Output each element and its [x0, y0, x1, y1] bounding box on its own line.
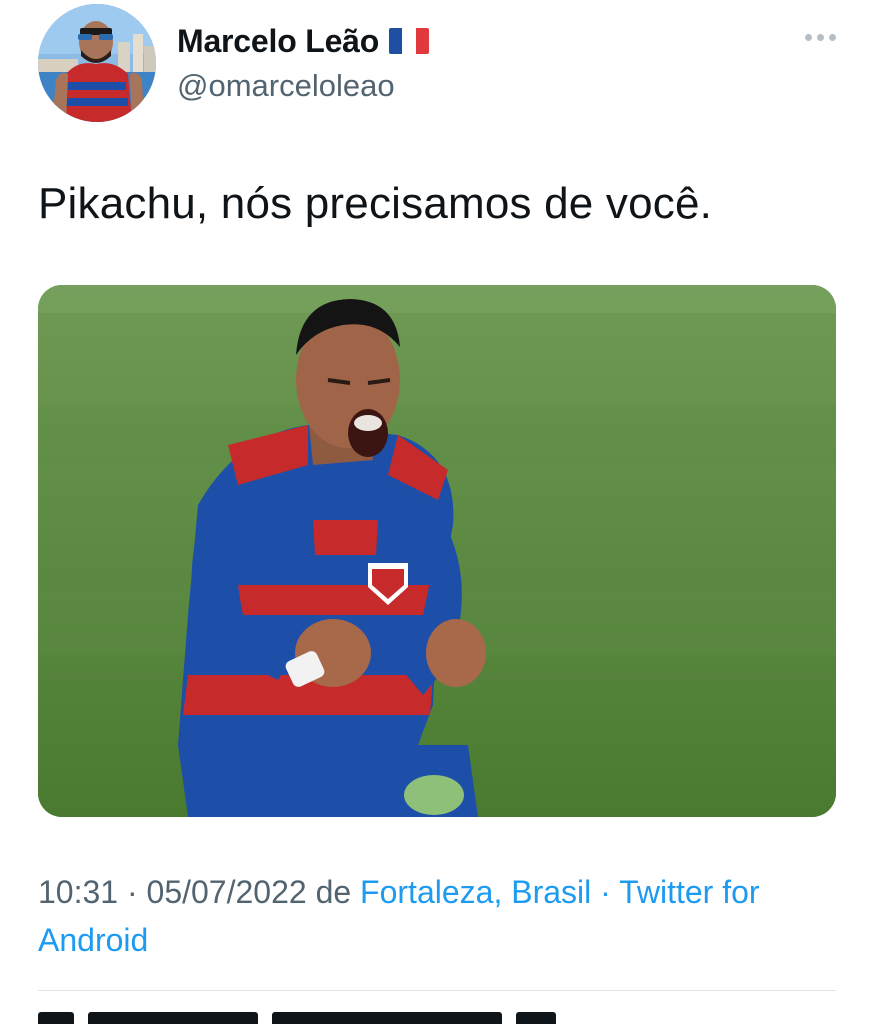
- avatar[interactable]: [38, 4, 156, 122]
- tweet-date: 05/07/2022: [146, 874, 307, 910]
- football-player-photo: [38, 285, 836, 817]
- avatar-image: [38, 4, 156, 122]
- tweet-meta: 10:31 · 05/07/2022 de Fortaleza, Brasil …: [38, 874, 760, 958]
- location-link[interactable]: Fortaleza, Brasil: [360, 874, 591, 910]
- cutoff-stats-row: [38, 1012, 836, 1024]
- user-handle[interactable]: @omarceloleao: [177, 68, 429, 104]
- tweet-image[interactable]: [38, 285, 836, 817]
- more-options-icon[interactable]: [802, 30, 838, 44]
- divider: [38, 990, 836, 991]
- from-word: de: [315, 874, 352, 910]
- tweet-header: Marcelo Leão @omarceloleao: [38, 2, 838, 126]
- tweet-time: 10:31: [38, 874, 119, 910]
- france-flag-icon: [389, 28, 430, 54]
- tweet-text: Pikachu, nós precisamos de você.: [38, 179, 713, 228]
- display-name[interactable]: Marcelo Leão: [177, 23, 379, 60]
